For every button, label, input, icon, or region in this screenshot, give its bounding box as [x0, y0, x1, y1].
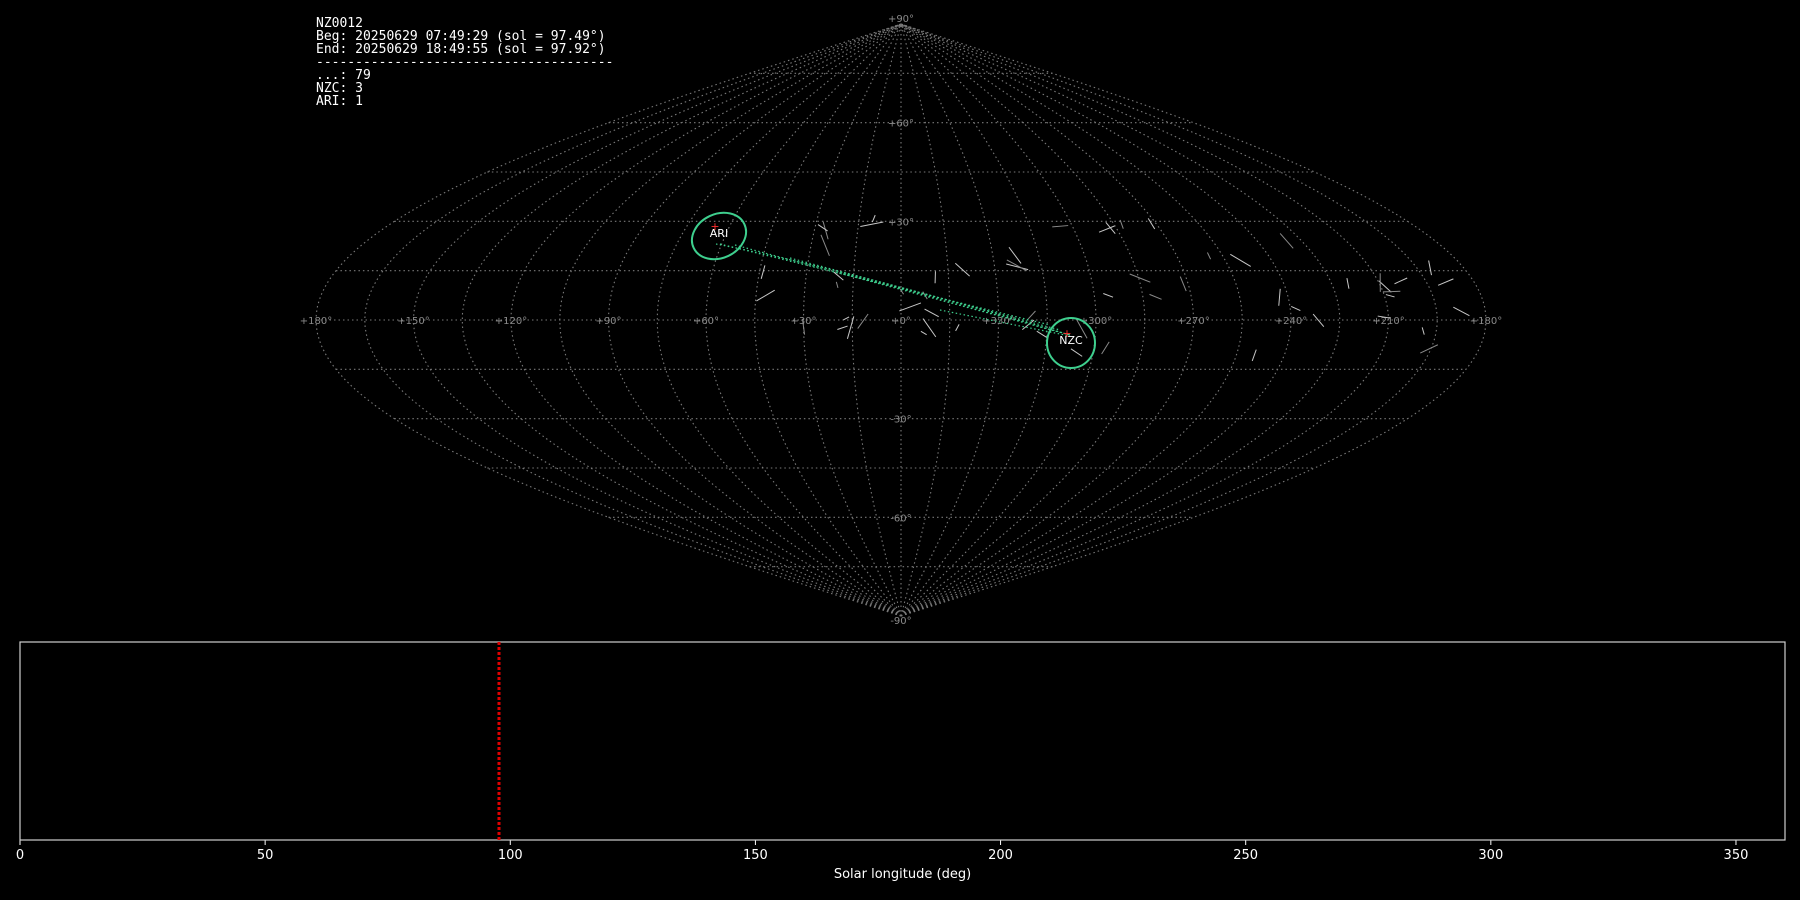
meteor-streak [835, 281, 839, 288]
longitude-label: +90° [595, 316, 621, 327]
meteor-streak [837, 325, 848, 330]
meteor-streak [1312, 313, 1325, 328]
meteor-streak [833, 271, 844, 281]
count-ari: ARI: 1 [316, 94, 363, 109]
meteor-streak [1382, 290, 1401, 293]
meteor-streak [1105, 221, 1116, 234]
meteor-streak [924, 308, 939, 318]
meteor-streak [954, 262, 970, 277]
longitude-label: +270° [1177, 316, 1209, 327]
x-axis-label: Solar longitude (deg) [834, 867, 971, 882]
radiant-trail [789, 257, 1061, 331]
meteor-streak [817, 224, 828, 232]
x-tick-label: 200 [988, 848, 1013, 863]
longitude-label: +0° [891, 316, 911, 327]
meteor-streak [1119, 219, 1124, 229]
meteor-streak [1129, 273, 1151, 283]
meteor-streak [1179, 276, 1187, 292]
longitude-label: +60° [693, 316, 719, 327]
meteor-streak [1022, 319, 1035, 330]
shower-timeline-chart: APRMAYJUNJULAUGSEPOCTNOVDECJANFEBMAR KSF… [16, 641, 1786, 882]
meteor-streak [1437, 278, 1454, 286]
longitude-labels: +180° +150° +120° +90° +60° +30° +0° +330° +300°… [300, 316, 1502, 327]
longitude-label: +180° [1470, 316, 1502, 327]
sky-map: +180° +150° +120° +90° +60° +30° +0° +330° +300°… [300, 14, 1502, 627]
meteor-streak [1251, 349, 1257, 362]
timeline-frame [19, 641, 1786, 841]
meteor-streak [1230, 253, 1251, 267]
meteor-streak [756, 289, 775, 302]
longitude-label: +120° [495, 316, 527, 327]
meteor-streak [860, 221, 884, 227]
meteor-streak [1098, 225, 1115, 233]
latitude-label: -30° [890, 415, 911, 426]
x-tick-label: 300 [1478, 848, 1503, 863]
meteor-streak [920, 330, 927, 336]
meteor-streak [1291, 305, 1301, 312]
meteor-streak [1428, 260, 1432, 276]
x-tick-label: 250 [1233, 848, 1258, 863]
longitude-label: +180° [300, 316, 332, 327]
meteor-streak [955, 324, 960, 332]
x-tick-label: 0 [16, 848, 24, 863]
x-tick-label: 50 [257, 848, 274, 863]
meteor-streak [1101, 341, 1110, 355]
longitude-label: +150° [397, 316, 429, 327]
longitude-label: +330° [982, 316, 1014, 327]
latitude-label: -90° [890, 616, 911, 627]
latitude-label: +60° [888, 119, 914, 130]
meteor-streak [1206, 252, 1212, 260]
meteor-streak [1394, 277, 1408, 285]
meteor-streak [1279, 233, 1294, 249]
meteor-streak [857, 313, 869, 329]
latitude-label: +30° [888, 217, 914, 228]
station-info: NZ0012 Beg: 20250629 07:49:29 (sol = 97.4… [316, 17, 613, 108]
meteor-streak [1385, 294, 1395, 298]
meteor-streak [1453, 306, 1470, 317]
radiant-trail [839, 271, 1071, 336]
meteor-streak [1346, 278, 1350, 289]
radiant-label-ari: ARI [710, 227, 728, 240]
meteor-streak [760, 265, 766, 279]
meteor-streak [1149, 293, 1162, 300]
meteor-streak [1103, 293, 1114, 298]
x-axis: 0 50 100 150 200 250 300 350 Solar longitude (de… [16, 840, 1749, 882]
meteor-streak [899, 302, 922, 312]
meteor-streak [1052, 225, 1069, 228]
latitude-label: +90° [888, 14, 914, 25]
x-tick-label: 350 [1724, 848, 1749, 863]
longitude-label: +240° [1275, 316, 1307, 327]
meteor-streak [1421, 327, 1425, 335]
radiant-trail [719, 243, 1051, 326]
meteor-streak [871, 214, 876, 223]
meridian-line [412, 23, 902, 617]
x-tick-label: 150 [743, 848, 768, 863]
meteor-streak [1008, 246, 1022, 264]
meteor-streak [1027, 310, 1036, 320]
meteor-streak [1036, 330, 1048, 339]
meteor-streak [1278, 288, 1281, 306]
latitude-label: -60° [890, 513, 911, 524]
radiant-label-nzc: NZC [1059, 334, 1083, 347]
meteor-streak [1070, 348, 1083, 357]
meteor-streak [1006, 263, 1029, 271]
x-tick-label: 100 [498, 848, 523, 863]
